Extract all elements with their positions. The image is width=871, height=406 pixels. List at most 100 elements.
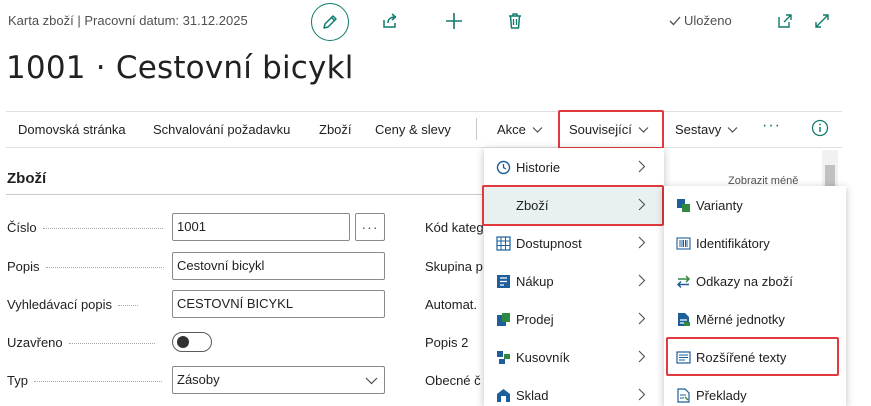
menu-item-label: Odkazy na zboží xyxy=(696,273,793,289)
chevron-down-icon xyxy=(727,126,738,133)
menu-item-units-of-measure[interactable]: Měrné jednotky xyxy=(664,300,846,338)
chevron-right-icon xyxy=(638,388,646,401)
action-separator xyxy=(476,118,477,140)
translation-icon xyxy=(674,386,692,404)
field-label-search-description: Vyhledávací popis xyxy=(7,297,139,312)
field-label-text: Vyhledávací popis xyxy=(7,297,113,312)
add-button[interactable] xyxy=(443,10,465,32)
expand-icon xyxy=(815,14,829,28)
field-label-text: Číslo xyxy=(7,220,37,235)
swap-icon xyxy=(674,272,692,290)
menu-item-label: Dostupnost xyxy=(516,235,582,251)
more-options-button[interactable]: ··· xyxy=(762,117,781,135)
field-label-product-group: Skupina p xyxy=(425,259,483,274)
variants-icon xyxy=(674,196,692,214)
chevron-right-icon xyxy=(638,312,646,325)
checkmark-icon xyxy=(669,16,681,25)
menu-item-availability[interactable]: Dostupnost xyxy=(484,224,664,262)
menu-item-label: Sklad xyxy=(516,387,549,403)
description-input[interactable]: Cestovní bicykl xyxy=(172,252,385,280)
menu-item-variants[interactable]: Varianty xyxy=(664,186,846,224)
action-related-menu[interactable]: Související xyxy=(569,122,649,137)
menu-item-label: Překlady xyxy=(696,387,747,403)
share-icon xyxy=(383,13,397,28)
leader-dots xyxy=(33,381,162,382)
field-label-text: Popis xyxy=(7,259,40,274)
action-prices-discounts[interactable]: Ceny & slevy xyxy=(375,122,451,137)
menu-item-sales[interactable]: Prodej xyxy=(484,300,664,338)
chevron-right-icon xyxy=(638,236,646,249)
item-highlight-box xyxy=(482,185,664,226)
section-title: Zboží xyxy=(7,170,47,187)
info-button[interactable] xyxy=(811,119,829,137)
field-label-gen-posting: Obecné č xyxy=(425,373,481,388)
field-label-blocked: Uzavřeno xyxy=(7,335,155,350)
availability-icon xyxy=(494,234,512,252)
bom-icon xyxy=(494,348,512,366)
toggle-knob xyxy=(177,336,189,348)
field-label-text: Uzavřeno xyxy=(7,335,63,350)
edit-button[interactable] xyxy=(311,3,349,41)
action-item[interactable]: Zboží xyxy=(319,122,352,137)
chevron-right-icon xyxy=(638,350,646,363)
search-description-input[interactable]: CESTOVNÍ BICYKL xyxy=(172,290,385,318)
scrollbar-thumb[interactable] xyxy=(825,165,835,187)
menu-item-warehouse[interactable]: Sklad xyxy=(484,376,664,406)
delete-button[interactable] xyxy=(504,10,526,32)
chevron-down-icon xyxy=(638,126,649,133)
menu-item-label: Identifikátory xyxy=(696,235,770,251)
purchase-icon xyxy=(494,272,512,290)
menu-item-label: Kusovník xyxy=(516,349,570,365)
leader-dots xyxy=(45,267,164,268)
card-title: Karta zboží | Pracovní datum: 31.12.2025 xyxy=(8,13,248,28)
menu-item-translations[interactable]: Překlady xyxy=(664,376,846,406)
menu-item-identifiers[interactable]: Identifikátory xyxy=(664,224,846,262)
action-prices-label: Ceny & slevy xyxy=(375,122,451,137)
extended-texts-highlight-box xyxy=(666,337,839,376)
number-lookup-button[interactable]: ··· xyxy=(355,213,385,241)
type-select[interactable]: Zásoby xyxy=(172,366,385,394)
sales-icon xyxy=(494,310,512,328)
action-reports-label: Sestavy xyxy=(675,122,722,137)
saved-label: Uloženo xyxy=(684,13,732,28)
expand-button[interactable] xyxy=(811,10,833,32)
number-input[interactable]: 1001 xyxy=(172,213,350,241)
history-icon xyxy=(494,158,512,176)
field-label-type: Typ xyxy=(7,373,162,388)
chevron-right-icon xyxy=(638,274,646,287)
field-label-number: Číslo xyxy=(7,220,163,235)
type-select-value: Zásoby xyxy=(177,372,220,387)
action-actions-label: Akce xyxy=(497,122,526,137)
menu-item-label: Prodej xyxy=(516,311,554,327)
action-approval-request[interactable]: Schvalování požadavku xyxy=(153,122,290,137)
action-home-label: Domovská stránka xyxy=(18,122,126,137)
chevron-down-icon xyxy=(532,126,543,133)
menu-item-item-references[interactable]: Odkazy na zboží xyxy=(664,262,846,300)
menu-item-label: Měrné jednotky xyxy=(696,311,785,327)
action-item-label: Zboží xyxy=(319,122,352,137)
chevron-down-icon xyxy=(365,377,378,385)
trash-icon xyxy=(509,13,521,29)
leader-dots xyxy=(42,228,163,229)
units-icon xyxy=(674,310,692,328)
field-label-description: Popis xyxy=(7,259,164,274)
plus-icon xyxy=(446,13,462,29)
chevron-right-icon xyxy=(638,160,646,173)
open-new-window-button[interactable] xyxy=(774,10,796,32)
action-actions-menu[interactable]: Akce xyxy=(497,122,543,137)
barcode-icon xyxy=(674,234,692,252)
menu-item-purchase[interactable]: Nákup xyxy=(484,262,664,300)
menu-item-history[interactable]: Historie xyxy=(484,148,664,186)
pencil-icon xyxy=(323,15,337,29)
field-label-category-code: Kód kateg xyxy=(425,220,484,235)
share-button[interactable] xyxy=(379,10,401,32)
field-label-automatic: Automat. xyxy=(425,297,478,312)
section-divider xyxy=(6,194,484,195)
action-related-label: Související xyxy=(569,122,632,137)
action-home[interactable]: Domovská stránka xyxy=(18,122,126,137)
menu-item-bom[interactable]: Kusovník xyxy=(484,338,664,376)
field-label-description-2: Popis 2 xyxy=(425,335,469,350)
open-new-window-icon xyxy=(778,14,792,28)
action-reports-menu[interactable]: Sestavy xyxy=(675,122,738,137)
menu-item-label: Historie xyxy=(516,159,561,175)
